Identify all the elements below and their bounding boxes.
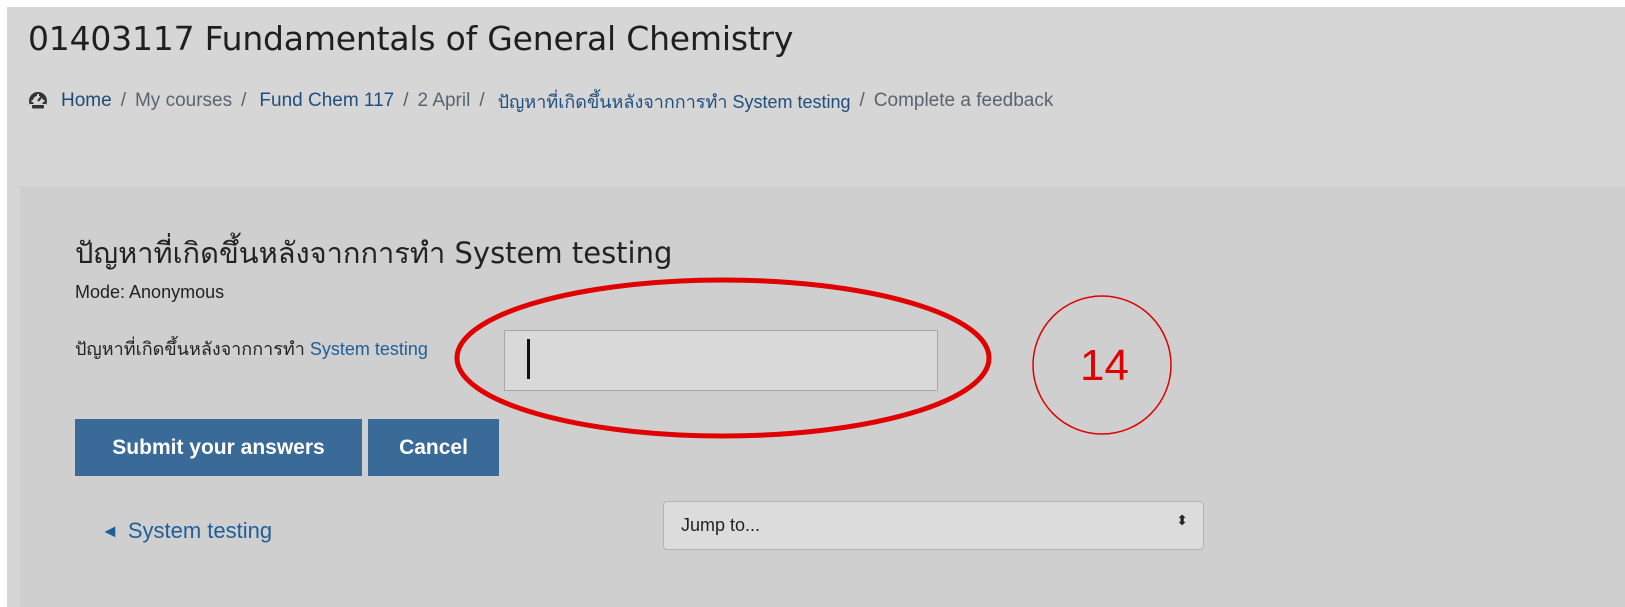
breadcrumb-course[interactable]: Fund Chem 117 [259, 90, 394, 112]
sort-arrows-icon: ⬍ [1176, 512, 1188, 528]
course-title: 01403117 Fundamentals of General Chemist… [28, 19, 794, 58]
breadcrumb-my-courses[interactable]: My courses [135, 90, 232, 112]
breadcrumb-separator: / [479, 90, 485, 111]
text-cursor [527, 339, 530, 379]
breadcrumb-separator: / [403, 90, 409, 111]
submit-button[interactable]: Submit your answers [75, 419, 362, 476]
question-label-link: System testing [309, 339, 428, 359]
breadcrumb-section[interactable]: 2 April [418, 90, 471, 112]
dashboard-icon [29, 92, 47, 110]
left-arrow-icon: ◄ [101, 520, 119, 541]
page: 01403117 Fundamentals of General Chemist… [7, 7, 1625, 607]
jump-to-placeholder: Jump to... [681, 515, 761, 535]
breadcrumb-activity[interactable]: ปัญหาที่เกิดขึ้นหลังจากการทำ System test… [498, 87, 851, 116]
jump-to-select[interactable]: Jump to... ⬍ [663, 501, 1204, 550]
breadcrumb-separator: / [241, 90, 247, 111]
answer-input[interactable] [504, 330, 938, 391]
breadcrumb-separator: / [120, 90, 126, 111]
question-label-thai: ปัญหาที่เกิดขึ้นหลังจากการทำ [75, 339, 305, 359]
main-region: ปัญหาที่เกิดขึ้นหลังจากการทำ System test… [20, 186, 1625, 607]
breadcrumb-separator: / [859, 90, 865, 111]
breadcrumb-home[interactable]: Home [61, 90, 112, 112]
breadcrumb: Home / My courses / Fund Chem 117 / 2 Ap… [28, 89, 1053, 113]
previous-activity-label: System testing [127, 518, 273, 543]
previous-activity-link[interactable]: ◄ System testing [101, 518, 272, 544]
activity-title: ปัญหาที่เกิดขึ้นหลังจากการทำ System test… [75, 236, 673, 270]
mode-label: Mode: Anonymous [75, 282, 225, 302]
question-label: ปัญหาที่เกิดขึ้นหลังจากการทำ System test… [75, 334, 428, 363]
step-number: 14 [1080, 341, 1129, 390]
breadcrumb-current: Complete a feedback [873, 90, 1054, 111]
cancel-button[interactable]: Cancel [368, 419, 499, 476]
